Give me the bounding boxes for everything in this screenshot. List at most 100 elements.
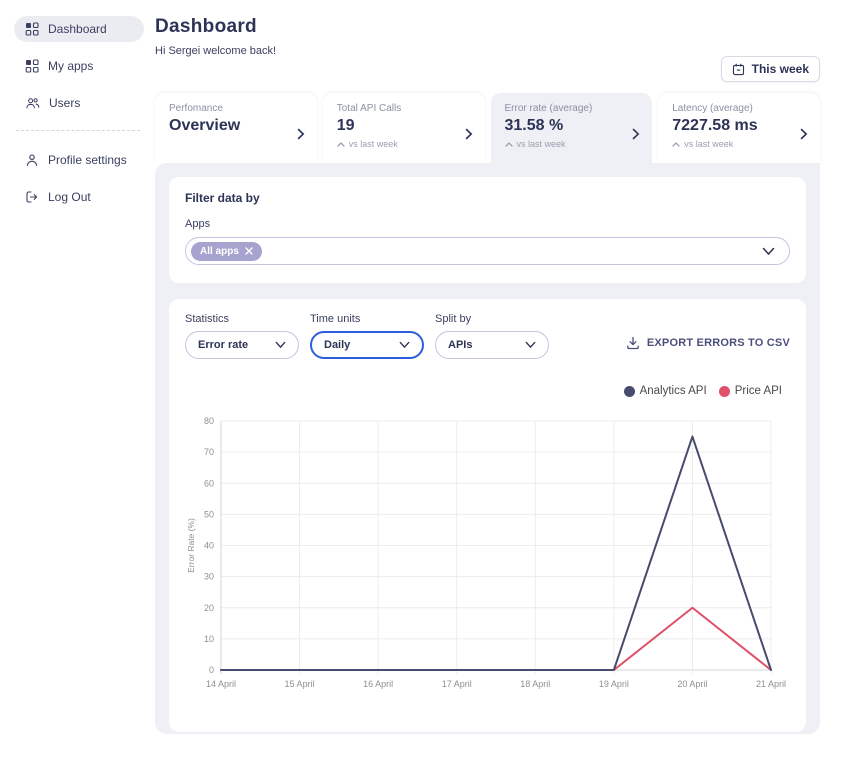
svg-text:21 April: 21 April xyxy=(756,679,786,689)
stat-card-total-api-calls[interactable]: Total API Calls 19 vs last week xyxy=(323,93,485,163)
sidebar-item-profile-settings[interactable]: Profile settings xyxy=(14,147,144,173)
time-units-label: Time units xyxy=(310,313,424,325)
sidebar: Dashboard My apps Users xyxy=(0,0,150,782)
caret-up-icon xyxy=(337,142,345,147)
svg-text:20 April: 20 April xyxy=(677,679,707,689)
dashboard-panel: Filter data by Apps All apps Statistics xyxy=(155,163,820,734)
sidebar-item-label: My apps xyxy=(48,59,93,73)
sidebar-item-label: Log Out xyxy=(48,190,91,204)
stat-cards-row: Perfomance Overview Total API Calls 19 v… xyxy=(155,93,820,163)
stat-card-label: Latency (average) xyxy=(672,103,757,114)
chevron-right-icon xyxy=(632,127,640,145)
svg-text:15 April: 15 April xyxy=(285,679,315,689)
svg-text:80: 80 xyxy=(204,416,214,426)
statistics-select[interactable]: Error rate xyxy=(185,331,299,359)
calendar-icon xyxy=(732,63,745,76)
chevron-right-icon xyxy=(297,127,305,145)
apps-select[interactable]: All apps xyxy=(185,237,790,265)
export-csv-button[interactable]: EXPORT ERRORS TO CSV xyxy=(626,336,790,350)
chevron-down-icon xyxy=(275,341,286,349)
chevron-down-icon xyxy=(399,341,410,349)
stat-card-delta: vs last week xyxy=(505,139,593,149)
close-icon[interactable] xyxy=(245,247,253,255)
sidebar-item-label: Dashboard xyxy=(48,22,107,36)
split-by-select[interactable]: APIs xyxy=(435,331,549,359)
logout-icon xyxy=(25,190,39,204)
apps-filter-label: Apps xyxy=(185,218,790,230)
stat-card-label: Error rate (average) xyxy=(505,103,593,114)
stat-card-value: 31.58 % xyxy=(505,117,593,135)
time-units-select[interactable]: Daily xyxy=(310,331,424,359)
chart-card: Statistics Error rate Time units Daily xyxy=(169,299,806,732)
svg-text:14 April: 14 April xyxy=(206,679,236,689)
svg-text:60: 60 xyxy=(204,478,214,488)
sidebar-divider xyxy=(16,130,140,131)
page-subtitle: Hi Sergei welcome back! xyxy=(155,45,820,57)
stat-card-value: 7227.58 ms xyxy=(672,117,757,135)
split-by-value: APIs xyxy=(448,339,472,351)
svg-text:10: 10 xyxy=(204,634,214,644)
stat-card-delta: vs last week xyxy=(672,139,757,149)
sidebar-item-log-out[interactable]: Log Out xyxy=(14,184,144,210)
svg-text:20: 20 xyxy=(204,603,214,613)
legend-dot xyxy=(624,386,635,397)
person-icon xyxy=(25,153,39,167)
split-by-label: Split by xyxy=(435,313,549,325)
legend-item-analytics-api[interactable]: Analytics API xyxy=(624,385,707,397)
legend-label: Price API xyxy=(735,385,782,397)
stat-card-label: Perfomance xyxy=(169,103,240,114)
chevron-down-icon[interactable] xyxy=(762,247,775,256)
sidebar-item-dashboard[interactable]: Dashboard xyxy=(14,16,144,42)
legend-dot xyxy=(719,386,730,397)
chevron-down-icon xyxy=(525,341,536,349)
grid-icon xyxy=(25,22,39,36)
caret-up-icon xyxy=(672,142,680,147)
stat-card-delta: vs last week xyxy=(337,139,401,149)
time-units-value: Daily xyxy=(324,339,350,351)
svg-text:19 April: 19 April xyxy=(599,679,629,689)
this-week-button[interactable]: This week xyxy=(721,56,820,82)
stat-card-value: 19 xyxy=(337,117,401,135)
app-window: Dashboard My apps Users xyxy=(0,0,852,782)
sidebar-item-users[interactable]: Users xyxy=(14,90,144,116)
svg-text:50: 50 xyxy=(204,509,214,519)
caret-up-icon xyxy=(505,142,513,147)
error-rate-chart: 0 10 20 30 40 50 60 70 80 14 April 15 April 16 Apri… xyxy=(185,407,789,702)
this-week-label: This week xyxy=(752,62,809,76)
svg-text:30: 30 xyxy=(204,572,214,582)
legend-item-price-api[interactable]: Price API xyxy=(719,385,782,397)
statistics-value: Error rate xyxy=(198,339,248,351)
users-icon xyxy=(25,96,40,110)
page-title: Dashboard xyxy=(155,16,820,38)
svg-text:16 April: 16 April xyxy=(363,679,393,689)
svg-text:40: 40 xyxy=(204,541,214,551)
stat-card-latency[interactable]: Latency (average) 7227.58 ms vs last wee… xyxy=(658,93,820,163)
export-csv-label: EXPORT ERRORS TO CSV xyxy=(647,337,790,349)
statistics-label: Statistics xyxy=(185,313,299,325)
svg-text:17 April: 17 April xyxy=(442,679,472,689)
chevron-right-icon xyxy=(465,127,473,145)
filter-card: Filter data by Apps All apps xyxy=(169,177,806,283)
all-apps-chip[interactable]: All apps xyxy=(191,242,262,261)
stat-card-error-rate[interactable]: Error rate (average) 31.58 % vs last wee… xyxy=(491,93,653,163)
main-content: Dashboard Hi Sergei welcome back! This w… xyxy=(150,0,852,782)
sidebar-item-my-apps[interactable]: My apps xyxy=(14,53,144,79)
stat-card-value: Overview xyxy=(169,117,240,135)
stat-card-label: Total API Calls xyxy=(337,103,401,114)
svg-text:Error Rate (%): Error Rate (%) xyxy=(186,518,196,573)
sidebar-item-label: Profile settings xyxy=(48,153,127,167)
svg-text:70: 70 xyxy=(204,447,214,457)
legend-label: Analytics API xyxy=(640,385,707,397)
filter-title: Filter data by xyxy=(185,191,790,205)
svg-text:0: 0 xyxy=(209,665,214,675)
grid-icon xyxy=(25,59,39,73)
chart-legend: Analytics API Price API xyxy=(185,385,790,397)
chart-area: 0 10 20 30 40 50 60 70 80 14 April 15 April 16 Apri… xyxy=(185,407,790,707)
sidebar-item-label: Users xyxy=(49,96,80,110)
chevron-right-icon xyxy=(800,127,808,145)
stat-card-performance[interactable]: Perfomance Overview xyxy=(155,93,317,163)
chip-label: All apps xyxy=(200,246,239,257)
chart-controls: Statistics Error rate Time units Daily xyxy=(185,313,790,359)
download-icon xyxy=(626,336,640,350)
svg-text:18 April: 18 April xyxy=(520,679,550,689)
